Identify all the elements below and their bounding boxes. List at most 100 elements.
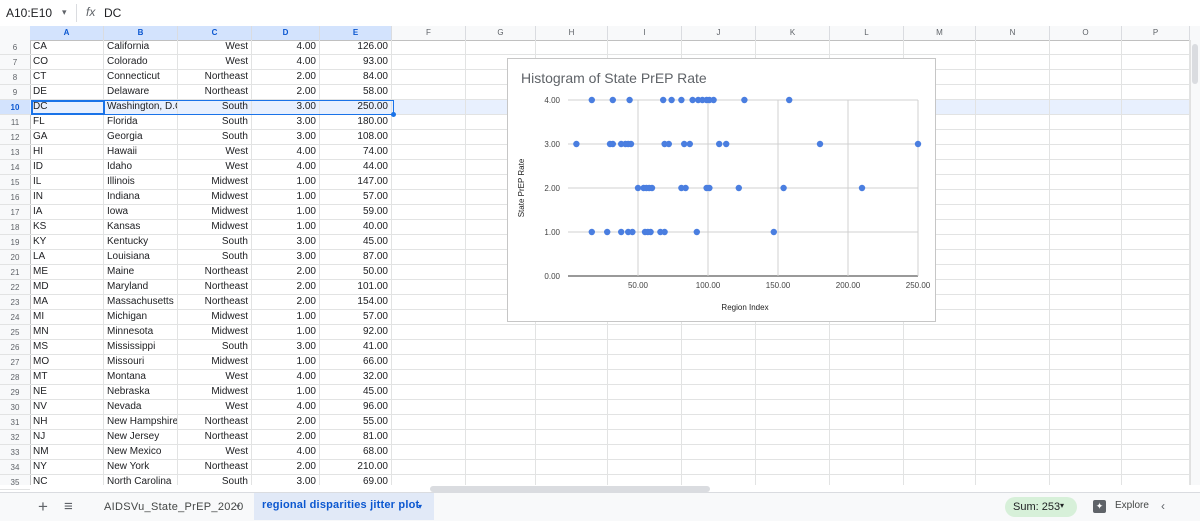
cell-d[interactable]: 3.00: [252, 130, 320, 144]
cell-e[interactable]: 180.00: [320, 115, 392, 129]
cell-d[interactable]: 2.00: [252, 85, 320, 99]
empty-cell[interactable]: [392, 70, 466, 84]
empty-cell[interactable]: [1122, 310, 1190, 324]
empty-cell[interactable]: [1122, 160, 1190, 174]
cell-e[interactable]: 41.00: [320, 340, 392, 354]
cell-c[interactable]: Northeast: [178, 280, 252, 294]
empty-cell[interactable]: [536, 370, 608, 384]
row-header[interactable]: 19: [0, 235, 30, 250]
cell-a[interactable]: NM: [30, 445, 104, 459]
cell-a[interactable]: NJ: [30, 430, 104, 444]
empty-cell[interactable]: [392, 370, 466, 384]
row-header[interactable]: 7: [0, 55, 30, 70]
cell-b[interactable]: New Jersey: [104, 430, 178, 444]
empty-cell[interactable]: [682, 355, 756, 369]
empty-cell[interactable]: [392, 280, 466, 294]
empty-cell[interactable]: [1050, 430, 1122, 444]
cell-c[interactable]: Northeast: [178, 85, 252, 99]
empty-cell[interactable]: [1122, 295, 1190, 309]
column-header-l[interactable]: L: [830, 26, 904, 40]
empty-cell[interactable]: [392, 40, 466, 54]
empty-cell[interactable]: [536, 355, 608, 369]
cell-d[interactable]: 1.00: [252, 310, 320, 324]
column-header-f[interactable]: F: [392, 26, 466, 40]
empty-cell[interactable]: [1050, 160, 1122, 174]
cell-b[interactable]: Colorado: [104, 55, 178, 69]
empty-cell[interactable]: [976, 385, 1050, 399]
cell-a[interactable]: MS: [30, 340, 104, 354]
column-header-b[interactable]: B: [104, 26, 178, 40]
empty-cell[interactable]: [682, 370, 756, 384]
empty-cell[interactable]: [392, 475, 466, 485]
empty-cell[interactable]: [1122, 85, 1190, 99]
empty-cell[interactable]: [976, 205, 1050, 219]
empty-cell[interactable]: [392, 160, 466, 174]
row-header[interactable]: 17: [0, 205, 30, 220]
tab-menu-icon[interactable]: ▾: [418, 502, 422, 511]
cell-d[interactable]: 2.00: [252, 265, 320, 279]
cell-d[interactable]: 2.00: [252, 295, 320, 309]
empty-cell[interactable]: [392, 85, 466, 99]
empty-cell[interactable]: [682, 400, 756, 414]
cell-b[interactable]: Iowa: [104, 205, 178, 219]
cell-e[interactable]: 58.00: [320, 85, 392, 99]
cell-b[interactable]: Delaware: [104, 85, 178, 99]
cell-d[interactable]: 2.00: [252, 70, 320, 84]
cell-c[interactable]: Midwest: [178, 190, 252, 204]
empty-cell[interactable]: [904, 415, 976, 429]
cell-d[interactable]: 2.00: [252, 460, 320, 474]
row-header[interactable]: 27: [0, 355, 30, 370]
empty-cell[interactable]: [466, 355, 536, 369]
cell-e[interactable]: 66.00: [320, 355, 392, 369]
cell-a[interactable]: CT: [30, 70, 104, 84]
vertical-scrollbar-thumb[interactable]: [1192, 44, 1198, 84]
empty-cell[interactable]: [1050, 220, 1122, 234]
cell-a[interactable]: MD: [30, 280, 104, 294]
empty-cell[interactable]: [536, 445, 608, 459]
cell-b[interactable]: Kentucky: [104, 235, 178, 249]
empty-cell[interactable]: [976, 250, 1050, 264]
empty-cell[interactable]: [1122, 325, 1190, 339]
row-header[interactable]: 14: [0, 160, 30, 175]
row-header[interactable]: 26: [0, 340, 30, 355]
cell-b[interactable]: Missouri: [104, 355, 178, 369]
empty-cell[interactable]: [1122, 370, 1190, 384]
empty-cell[interactable]: [392, 430, 466, 444]
row-header[interactable]: 21: [0, 265, 30, 280]
empty-cell[interactable]: [1122, 40, 1190, 54]
empty-cell[interactable]: [536, 475, 608, 485]
cell-c[interactable]: Northeast: [178, 430, 252, 444]
empty-cell[interactable]: [392, 205, 466, 219]
empty-cell[interactable]: [976, 265, 1050, 279]
row-header[interactable]: 30: [0, 400, 30, 415]
empty-cell[interactable]: [830, 400, 904, 414]
empty-cell[interactable]: [1122, 415, 1190, 429]
empty-cell[interactable]: [976, 370, 1050, 384]
row-header[interactable]: 16: [0, 190, 30, 205]
row-header[interactable]: 35: [0, 475, 30, 490]
cell-a[interactable]: IL: [30, 175, 104, 189]
cell-d[interactable]: 4.00: [252, 370, 320, 384]
empty-cell[interactable]: [392, 310, 466, 324]
empty-cell[interactable]: [1050, 370, 1122, 384]
empty-cell[interactable]: [904, 460, 976, 474]
column-header-k[interactable]: K: [756, 26, 830, 40]
empty-cell[interactable]: [466, 460, 536, 474]
cell-e[interactable]: 81.00: [320, 430, 392, 444]
cell-b[interactable]: New York: [104, 460, 178, 474]
empty-cell[interactable]: [608, 340, 682, 354]
cell-a[interactable]: NH: [30, 415, 104, 429]
cell-b[interactable]: Illinois: [104, 175, 178, 189]
row-header[interactable]: 13: [0, 145, 30, 160]
empty-cell[interactable]: [1122, 100, 1190, 114]
empty-cell[interactable]: [466, 445, 536, 459]
empty-cell[interactable]: [392, 115, 466, 129]
empty-cell[interactable]: [536, 415, 608, 429]
tab-menu-icon[interactable]: ▾: [236, 502, 240, 511]
cell-d[interactable]: 1.00: [252, 220, 320, 234]
cell-a[interactable]: CA: [30, 40, 104, 54]
cell-e[interactable]: 55.00: [320, 415, 392, 429]
empty-cell[interactable]: [392, 415, 466, 429]
column-header-d[interactable]: D: [252, 26, 320, 40]
cell-b[interactable]: New Hampshire: [104, 415, 178, 429]
